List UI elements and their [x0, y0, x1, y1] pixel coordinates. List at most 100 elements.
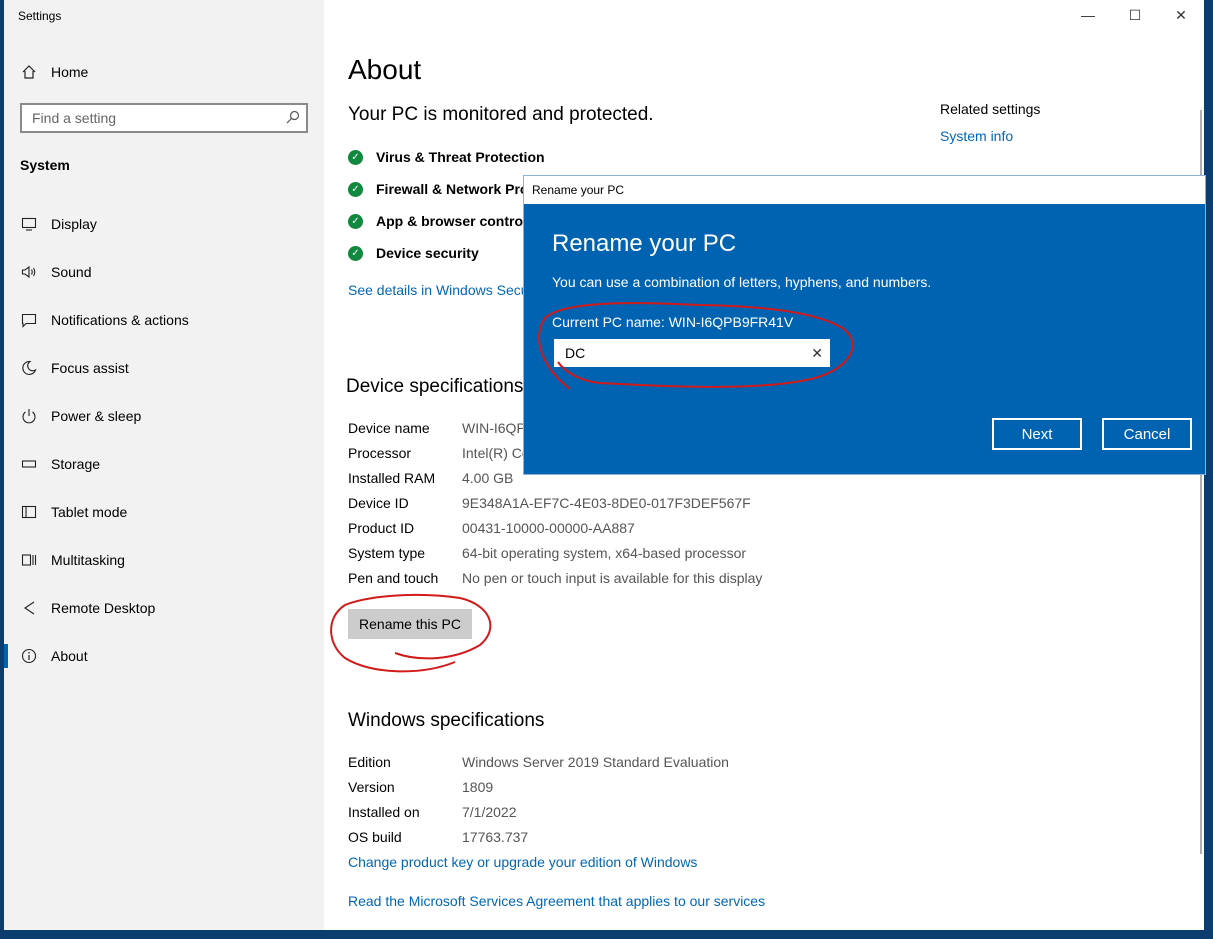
multitasking-icon [20, 551, 38, 569]
spec-row: Version 1809 [348, 779, 493, 795]
protection-item: ✓ Device security [348, 245, 479, 261]
sidebar-item-display[interactable]: Display [4, 204, 324, 244]
spec-label: Processor [348, 445, 412, 461]
protection-item: ✓ App & browser control [348, 213, 527, 229]
sidebar-item-label: Home [51, 64, 89, 80]
cancel-button[interactable]: Cancel [1102, 418, 1192, 450]
remote-desktop-icon [20, 599, 38, 617]
protection-item: ✓ Virus & Threat Protection [348, 149, 545, 165]
check-icon: ✓ [348, 245, 363, 261]
app-title: Settings [18, 9, 62, 23]
power-icon [20, 407, 38, 425]
spec-value: 17763.737 [462, 829, 529, 845]
rename-pc-button[interactable]: Rename this PC [348, 609, 472, 639]
spec-label: System type [348, 545, 426, 561]
spec-value: 00431-10000-00000-AA887 [462, 520, 635, 536]
spec-row: System type 64-bit operating system, x64-… [348, 545, 746, 561]
spec-value: Windows Server 2019 Standard Evaluation [462, 754, 729, 770]
sidebar-item-label: Power & sleep [51, 408, 142, 424]
sidebar-item-label: Display [51, 216, 97, 232]
dialog-title: Rename your PC [552, 230, 737, 257]
product-key-link[interactable]: Change product key or upgrade your editi… [348, 854, 697, 870]
spec-label: Product ID [348, 520, 415, 536]
rename-dialog: Rename your PC Rename your PC You can us… [523, 175, 1206, 475]
focus-assist-icon [20, 359, 38, 377]
dialog-description: You can use a combination of letters, hy… [552, 274, 932, 290]
protection-heading: Your PC is monitored and protected. [348, 104, 654, 125]
info-icon [20, 647, 38, 665]
dialog-titlebar: Rename your PC [524, 176, 1205, 204]
spec-value: 9E348A1A-EF7C-4E03-8DE0-017F3DEF567F [462, 495, 751, 511]
spec-label: Pen and touch [348, 570, 439, 586]
spec-value: 1809 [462, 779, 494, 795]
protection-label: Virus & Threat Protection [376, 149, 545, 165]
new-name-field[interactable]: ✕ [554, 339, 830, 367]
spec-label: Version [348, 779, 395, 795]
spec-row: Processor Intel(R) Core(TM) [348, 445, 572, 461]
search-input[interactable] [22, 105, 272, 131]
sidebar-item-label: Tablet mode [51, 504, 128, 520]
spec-value: 7/1/2022 [462, 804, 517, 820]
spec-row: Edition Windows Server 2019 Standard Eval… [348, 754, 729, 770]
spec-value: No pen or touch input is available for t… [462, 570, 763, 586]
sidebar-item-label: Multitasking [51, 552, 125, 568]
spec-row: Pen and touch No pen or touch input is av… [348, 570, 762, 586]
sidebar-item-notifications[interactable]: Notifications & actions [4, 300, 324, 340]
current-pc-name: Current PC name: WIN-I6QPB9FR41V [552, 314, 794, 330]
security-details-link[interactable]: See details in Windows Security [348, 282, 547, 298]
sound-icon [20, 263, 38, 281]
close-button[interactable]: ✕ [1158, 4, 1204, 26]
clear-icon[interactable]: ✕ [811, 345, 823, 362]
sidebar-item-power-sleep[interactable]: Power & sleep [4, 396, 324, 436]
sidebar-item-label: Sound [51, 264, 92, 280]
sidebar-item-sound[interactable]: Sound [4, 252, 324, 292]
new-name-input[interactable] [555, 340, 795, 366]
sidebar-item-tablet-mode[interactable]: Tablet mode [4, 492, 324, 532]
spec-label: Device name [348, 420, 430, 436]
spec-row: Product ID 00431-10000-00000-AA887 [348, 520, 635, 536]
sidebar-item-about[interactable]: About [4, 636, 324, 676]
sidebar-item-home[interactable]: Home [4, 52, 324, 92]
page-title: About [348, 54, 422, 85]
spec-value: 4.00 GB [462, 470, 514, 486]
check-icon: ✓ [348, 181, 363, 197]
sidebar-item-label: Remote Desktop [51, 600, 156, 616]
spec-row: Installed RAM 4.00 GB [348, 470, 513, 486]
sidebar-item-label: Focus assist [51, 360, 129, 376]
search-box[interactable] [20, 103, 308, 133]
sidebar-item-label: About [51, 648, 88, 664]
notifications-icon [20, 311, 38, 329]
protection-label: App & browser control [376, 213, 527, 229]
next-button[interactable]: Next [992, 418, 1082, 450]
sidebar-item-storage[interactable]: Storage [4, 444, 324, 484]
system-info-link[interactable]: System info [940, 128, 1013, 144]
sidebar-item-remote-desktop[interactable]: Remote Desktop [4, 588, 324, 628]
spec-row: Device nameWIN-I6QPB9FR41V [348, 420, 586, 436]
sidebar: Settings Home System Display Sound Notif… [4, 0, 324, 930]
spec-label: Device ID [348, 495, 409, 511]
home-icon [20, 63, 38, 81]
device-spec-heading: Device specifications [346, 376, 524, 397]
check-icon: ✓ [348, 149, 363, 165]
storage-icon [20, 455, 38, 473]
spec-label: Edition [348, 754, 391, 770]
search-icon[interactable] [286, 110, 300, 124]
spec-row: OS build 17763.737 [348, 829, 528, 845]
windows-spec-heading: Windows specifications [348, 710, 545, 731]
sidebar-item-focus-assist[interactable]: Focus assist [4, 348, 324, 388]
spec-row: Installed on 7/1/2022 [348, 804, 517, 820]
protection-label: Device security [376, 245, 479, 261]
sidebar-item-label: Storage [51, 456, 101, 472]
maximize-button[interactable]: ☐ [1112, 4, 1158, 26]
sidebar-section-header: System [20, 157, 70, 173]
sidebar-item-label: Notifications & actions [51, 312, 189, 328]
display-icon [20, 215, 38, 233]
related-settings-heading: Related settings [940, 101, 1041, 117]
sidebar-item-multitasking[interactable]: Multitasking [4, 540, 324, 580]
spec-row: Device ID 9E348A1A-EF7C-4E03-8DE0-017F3DE… [348, 495, 751, 511]
spec-label: Installed RAM [348, 470, 436, 486]
services-agreement-link[interactable]: Read the Microsoft Services Agreement th… [348, 893, 765, 909]
tablet-icon [20, 503, 38, 521]
spec-label: Installed on [348, 804, 420, 820]
minimize-button[interactable]: — [1065, 4, 1111, 26]
